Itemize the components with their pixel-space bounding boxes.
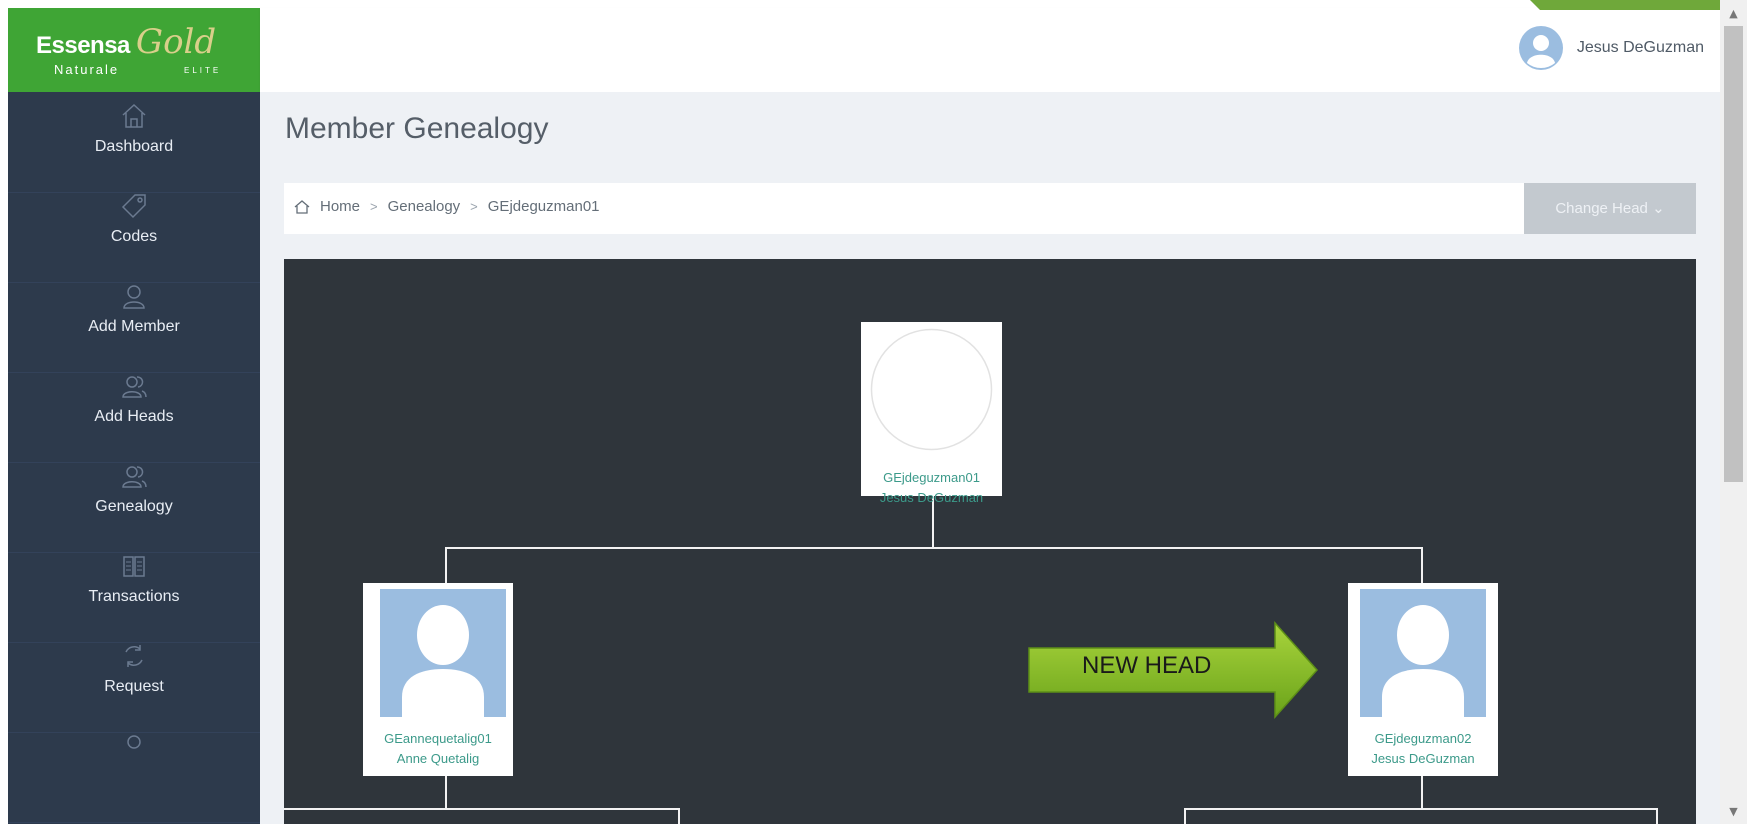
tree-connector — [1421, 773, 1423, 809]
change-head-label: Change Head — [1555, 200, 1648, 217]
user-name: Jesus DeGuzman — [1576, 39, 1704, 56]
avatar — [380, 589, 506, 717]
breadcrumb: Home > Genealogy > GEjdeguzman01 Change … — [284, 183, 1696, 234]
avatar — [1360, 589, 1486, 717]
sidebar-item-more[interactable] — [8, 722, 260, 823]
member-username: GEjdeguzman02 — [1374, 731, 1472, 746]
member-username: GEannequetalig01 — [384, 731, 492, 746]
book-icon — [123, 556, 145, 577]
breadcrumb-genealogy[interactable]: Genealogy — [388, 198, 461, 215]
sidebar-item-label: Dashboard — [94, 138, 174, 155]
scroll-up-icon[interactable]: ▲ — [1720, 2, 1747, 26]
member-username: GEjdeguzman01 — [883, 470, 980, 485]
brand-name-tag: ELITE — [184, 66, 222, 75]
sidebar-item-label: Genealogy — [95, 498, 173, 515]
user-icon — [123, 285, 145, 309]
tree-connector — [1656, 808, 1658, 824]
tree-connector — [1184, 808, 1658, 810]
member-name: Anne Quetalig — [396, 751, 480, 766]
user-menu[interactable]: Jesus DeGuzman — [1518, 26, 1704, 70]
tree-connector — [678, 808, 680, 824]
page-title: Member Genealogy — [285, 112, 549, 145]
breadcrumb-separator: > — [470, 199, 478, 214]
sidebar-item-genealogy[interactable]: Genealogy — [8, 452, 260, 553]
brand-name-script: Gold — [135, 22, 217, 62]
sidebar-item-label: Add Heads — [94, 408, 174, 425]
tree-connector — [284, 808, 680, 810]
brand-name-main: Essensa — [36, 32, 130, 59]
chevron-down-icon: ⌄ — [1652, 200, 1665, 217]
sidebar-item-transactions[interactable]: Transactions — [8, 542, 260, 643]
user-icon — [127, 735, 141, 749]
member-name: Jesus DeGuzman — [1371, 751, 1475, 766]
home-icon — [122, 103, 146, 128]
member-name: Jesus DeGuzman — [879, 490, 984, 505]
tree-node-right[interactable]: GEjdeguzman02 Jesus DeGuzman — [1348, 583, 1498, 776]
brand-logo[interactable]: Essensa Gold Naturale ELITE — [8, 8, 260, 92]
sidebar-item-request[interactable]: Request — [8, 632, 260, 733]
top-header: Jesus DeGuzman — [260, 8, 1720, 92]
refresh-icon — [125, 645, 143, 667]
tree-node-left[interactable]: GEannequetalig01 Anne Quetalig — [363, 583, 513, 776]
users-icon — [122, 376, 147, 398]
sidebar-item-label: Add Member — [88, 318, 180, 335]
tree-connector — [1421, 547, 1423, 583]
breadcrumb-home[interactable]: Home — [320, 198, 360, 215]
sidebar-item-add-member[interactable]: Add Member — [8, 272, 260, 373]
tag-icon — [121, 194, 146, 219]
avatar — [870, 328, 993, 451]
scroll-down-icon[interactable]: ▼ — [1720, 800, 1747, 824]
sidebar-item-label: Request — [104, 678, 164, 695]
change-head-button[interactable]: Change Head ⌄ — [1524, 183, 1696, 234]
scrollbar[interactable]: ▲ ▼ — [1720, 0, 1747, 824]
sidebar-item-add-heads[interactable]: Add Heads — [8, 362, 260, 463]
tree-connector — [445, 547, 447, 583]
brand-name-sub: Naturale — [54, 62, 120, 77]
tree-connector — [445, 547, 1423, 549]
sidebar-item-codes[interactable]: Codes — [8, 182, 260, 283]
avatar — [1518, 26, 1563, 70]
tree-node-root[interactable]: GEjdeguzman01 Jesus DeGuzman — [861, 322, 1002, 505]
breadcrumb-separator: > — [370, 199, 378, 214]
sidebar-item-label: Transactions — [88, 588, 180, 605]
sidebar: Dashboard Codes Add Member Add Heads Gen… — [8, 92, 260, 824]
new-head-label: NEW HEAD — [1082, 652, 1212, 679]
scrollbar-thumb[interactable] — [1724, 26, 1743, 482]
sidebar-item-dashboard[interactable]: Dashboard — [8, 92, 260, 193]
tree-connector — [1184, 808, 1186, 824]
home-icon — [294, 199, 310, 214]
sidebar-item-label: Codes — [110, 228, 158, 245]
users-icon — [122, 466, 147, 488]
breadcrumb-current: GEjdeguzman01 — [487, 198, 600, 215]
tree-connector — [445, 773, 447, 809]
decorative-corner — [1530, 0, 1720, 10]
